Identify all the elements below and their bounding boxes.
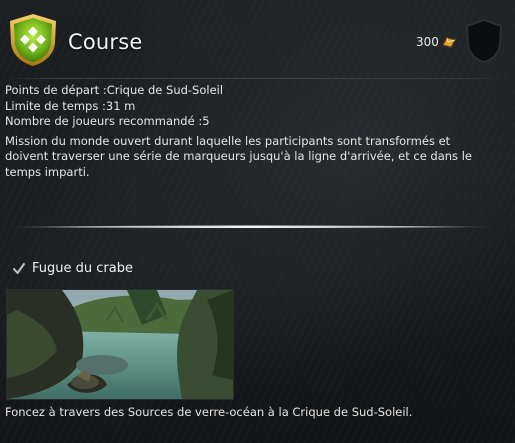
event-title: Course [68, 30, 143, 54]
reward-value: 300 [416, 35, 439, 49]
recommended-players-line: Nombre de joueurs recommandé :5 [5, 114, 210, 128]
section-divider [4, 216, 500, 228]
event-details: Points de départ :Crique de Sud-Soleil L… [5, 83, 495, 180]
objective-name: Fugue du crabe [32, 261, 133, 276]
header-divider [4, 78, 509, 79]
event-tooltip-panel: Course 300 Points de départ :Crique de S… [0, 0, 515, 443]
objective-row: Fugue du crabe [12, 261, 133, 276]
preview-caption: Foncez à travers des Sources de verre-oc… [5, 405, 413, 419]
event-header: Course 300 [0, 0, 515, 84]
empty-shield-slot-icon [464, 18, 504, 64]
event-description: Mission du monde ouvert durant laquelle … [5, 133, 472, 179]
start-point-line: Points de départ :Crique de Sud-Soleil [5, 83, 224, 97]
karma-reward: 300 [416, 35, 456, 49]
location-preview-image [6, 289, 234, 400]
race-event-badge-icon [8, 13, 58, 67]
checkmark-icon [12, 262, 26, 276]
karma-icon [442, 36, 456, 48]
time-limit-line: Limite de temps :31 m [5, 98, 136, 113]
